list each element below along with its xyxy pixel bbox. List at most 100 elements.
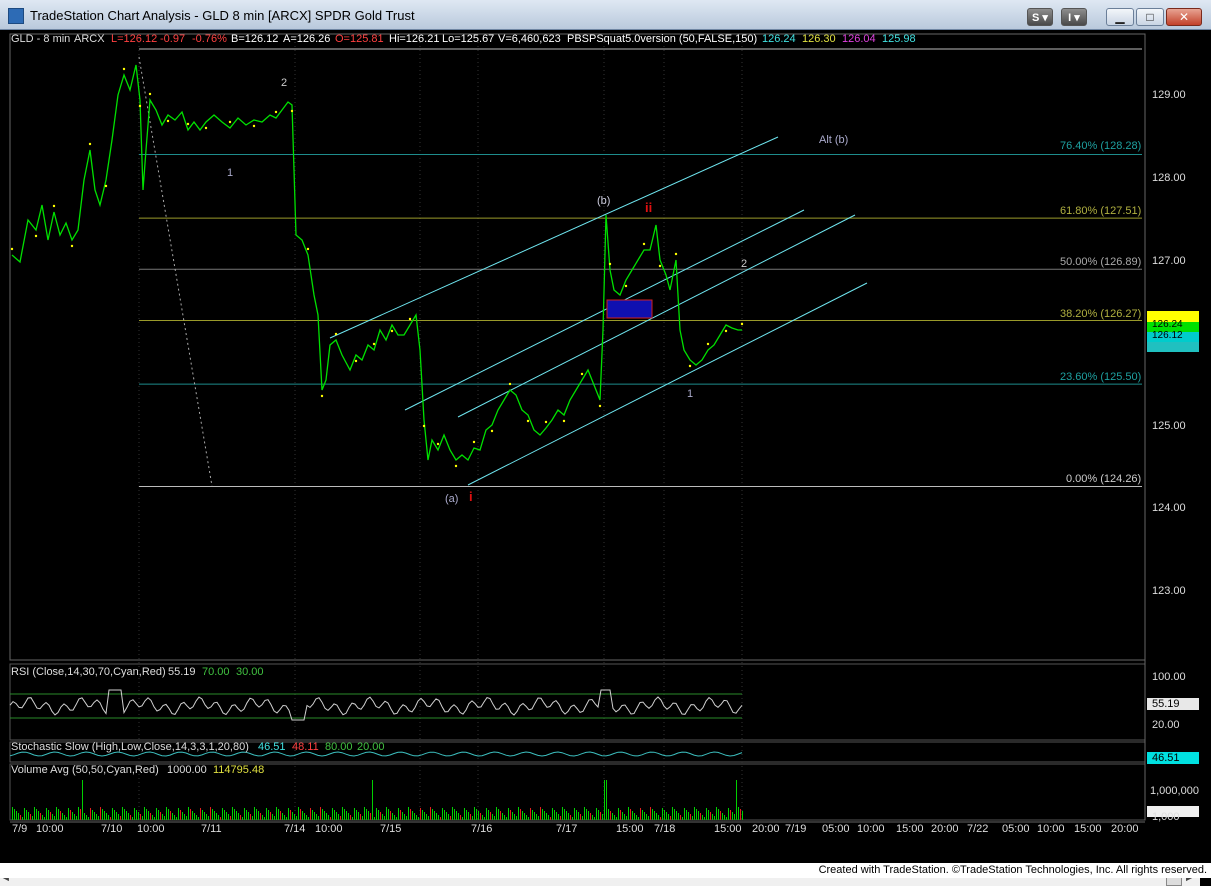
price-marker-dot	[740, 322, 744, 326]
price-marker-dot	[436, 442, 440, 446]
volume-bar	[178, 808, 179, 820]
price-marker-dot	[508, 382, 512, 386]
tradestation-app-icon	[8, 8, 24, 24]
rsi-value: 55.19	[168, 666, 196, 678]
volume-bar	[86, 815, 87, 820]
info-symbol: GLD - 8 min	[11, 33, 71, 45]
time-gridlines	[138, 34, 743, 820]
volume-bar	[250, 814, 251, 820]
volume-bars	[12, 780, 743, 820]
channel-lines	[329, 136, 868, 486]
volume-bar	[654, 811, 655, 820]
time-axis-label: 20:00	[752, 823, 780, 835]
stoch-k: 46.51	[258, 741, 286, 753]
volume-bar	[232, 807, 233, 820]
volume-bar	[366, 809, 367, 820]
volume-bar	[360, 814, 361, 820]
volume-bar	[354, 808, 355, 820]
chart-canvas[interactable]	[0, 30, 1211, 863]
price-panel-frame	[9, 33, 1146, 661]
volume-bar	[632, 811, 633, 820]
volume-bar	[372, 780, 373, 820]
volume-bar	[532, 810, 533, 820]
volume-bar	[320, 807, 321, 820]
volume-bar	[46, 808, 47, 820]
volume-bar	[602, 814, 603, 820]
time-axis-label: 7/16	[471, 823, 493, 835]
volume-bar	[270, 812, 271, 820]
volume-bar	[568, 813, 569, 820]
volume-bar	[266, 808, 267, 820]
maximize-icon: □	[1146, 10, 1154, 24]
volume-bar	[502, 813, 503, 820]
volume-bar	[690, 814, 691, 820]
chart-area[interactable]: GLD - 8 min ARCX L=126.12 -0.97 -0.76% B…	[0, 30, 1211, 886]
volume-bar	[24, 808, 25, 820]
volume-bar	[488, 810, 489, 820]
maximize-button[interactable]: □	[1136, 8, 1164, 26]
volume-bar	[334, 810, 335, 820]
volume-bar	[370, 813, 371, 820]
price-marker-dot	[408, 317, 412, 321]
volume-bar	[378, 810, 379, 820]
volume-bar	[640, 808, 641, 820]
wave-label-a: (a)	[445, 493, 459, 505]
time-axis-label: 7/15	[380, 823, 402, 835]
volume-bar	[368, 811, 369, 820]
volume-bar	[242, 817, 243, 820]
price-tag-cyan-2	[1147, 342, 1199, 352]
volume-bar	[54, 816, 55, 820]
close-button[interactable]: ✕	[1166, 8, 1202, 26]
volume-bar	[274, 816, 275, 820]
volume-bar	[482, 815, 483, 820]
volume-bar	[696, 809, 697, 820]
volume-bar	[72, 812, 73, 820]
volume-bar	[718, 809, 719, 820]
volume-bar	[26, 810, 27, 820]
volume-bar	[102, 809, 103, 820]
minimize-button[interactable]: ▁	[1106, 8, 1134, 26]
info-bid: B=126.12	[231, 33, 279, 45]
price-marker-dot	[674, 252, 678, 256]
volume-bar	[252, 816, 253, 820]
volume-bar	[656, 813, 657, 820]
volume-bar	[650, 807, 651, 820]
volume-bar	[272, 814, 273, 820]
volume-bar	[140, 814, 141, 820]
volume-bar	[658, 815, 659, 820]
price-marker-dot	[688, 364, 692, 368]
info-indicator: PBSPSquat5.0version (50,FALSE,150)	[567, 33, 758, 45]
time-axis-label: 10:00	[36, 823, 64, 835]
volume-bar	[586, 809, 587, 820]
volume-bar	[550, 817, 551, 820]
dotted-trend-line	[138, 56, 213, 487]
volume-bar	[244, 808, 245, 820]
rsi-label: RSI (Close,14,30,70,Cyan,Red)	[11, 666, 166, 678]
rsi-ob: 70.00	[202, 666, 230, 678]
volume-bar	[600, 812, 601, 820]
s-menu-button[interactable]: S ▾	[1027, 8, 1053, 26]
volume-bar	[314, 812, 315, 820]
volume-bar	[316, 814, 317, 820]
i-menu-button[interactable]: I ▾	[1061, 8, 1087, 26]
volume-bar	[672, 807, 673, 820]
volume-bar	[504, 815, 505, 820]
volume-bar	[398, 808, 399, 820]
volume-bar	[76, 816, 77, 820]
stoch-label: Stochastic Slow (High,Low,Close,14,3,3,1…	[11, 741, 249, 753]
volume-bar	[442, 808, 443, 820]
volume-bar	[396, 817, 397, 820]
info-ind-v2: 126.30	[802, 33, 836, 45]
volume-bar	[704, 817, 705, 820]
volume-bar	[694, 807, 695, 820]
volume-bar	[196, 815, 197, 820]
footer-credit: Created with TradeStation. ©TradeStation…	[0, 863, 1211, 878]
volume-bar	[552, 808, 553, 820]
volume-bar	[668, 814, 669, 820]
volume-bar	[484, 817, 485, 820]
volume-bar	[322, 809, 323, 820]
volume-bar	[146, 809, 147, 820]
volume-bar	[182, 812, 183, 820]
volume-bar	[566, 811, 567, 820]
volume-bar	[88, 817, 89, 820]
